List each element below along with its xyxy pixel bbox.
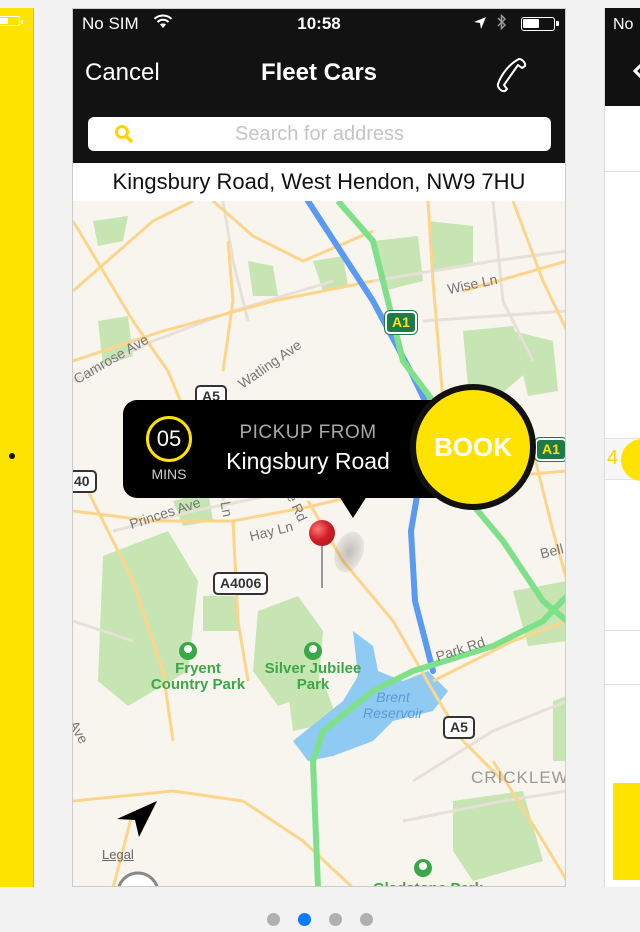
water-label-brent: Brent Reservoir	[363, 689, 423, 721]
phone-icon	[496, 58, 527, 93]
street-label: Ln	[217, 499, 237, 519]
pickup-callout: 05 MINS PICKUP FROM Kingsbury Road	[123, 400, 453, 518]
map-view[interactable]: A5 A1 A1 A4006 A5 40 Wise Ln Camrose Ave…	[73, 201, 565, 887]
cancel-button[interactable]: Cancel	[85, 59, 160, 87]
clock: 10:58	[297, 14, 341, 33]
search-input[interactable]	[148, 121, 491, 147]
road-badge-a1: A1	[385, 311, 417, 334]
road-badge-a4006: A4006	[213, 572, 269, 595]
road-badge-partial: 40	[73, 470, 97, 493]
page-dot[interactable]	[298, 913, 311, 926]
page-indicator	[0, 913, 640, 926]
road-badge-a1: A1	[535, 438, 565, 461]
book-button[interactable]: BOOK	[410, 384, 536, 510]
bullet-dot	[9, 453, 15, 459]
bluetooth-icon	[497, 13, 507, 35]
location-arrow-icon	[473, 15, 487, 35]
pickup-place: Kingsbury Road	[226, 448, 390, 474]
eta-ring: 05	[146, 416, 192, 462]
page-dot[interactable]	[329, 913, 342, 926]
next-card-separator: 4	[605, 438, 640, 481]
road-badge-a5: A5	[443, 716, 475, 739]
area-label-cricklewood: CRICKLEWO	[471, 768, 565, 787]
back-chevron-icon	[632, 63, 640, 79]
location-pin-icon[interactable]	[309, 520, 335, 546]
next-page-card[interactable]: No 4	[604, 8, 640, 887]
page-dot[interactable]	[360, 913, 373, 926]
park-label-gladstone: Gladstone Park	[363, 881, 493, 887]
search-bar	[73, 107, 565, 163]
next-card-number: 4	[607, 447, 619, 469]
park-label-fryent: Fryent Country Park	[150, 660, 246, 693]
legal-link[interactable]: Legal	[102, 847, 134, 862]
status-bar: No SIM 10:58	[73, 9, 565, 39]
call-button[interactable]	[491, 53, 531, 93]
pickup-label: PICKUP FROM	[239, 422, 377, 443]
divider	[605, 684, 640, 685]
page-dot[interactable]	[267, 913, 280, 926]
divider	[605, 171, 640, 172]
location-arrow-icon	[117, 801, 157, 837]
eta-unit: MINS	[151, 466, 187, 482]
battery-fill	[523, 19, 539, 28]
eta-value: 05	[156, 426, 182, 451]
divider	[605, 630, 640, 631]
next-card-header: No	[605, 8, 640, 106]
search-field[interactable]	[88, 117, 551, 151]
search-icon	[114, 124, 134, 149]
battery-icon	[521, 17, 559, 31]
pin-needle	[321, 544, 323, 588]
top-bar: No SIM 10:58 Cancel Fleet Cars	[73, 9, 565, 107]
battery-icon	[0, 16, 23, 26]
previous-page-card[interactable]	[0, 8, 34, 887]
callout-pointer	[339, 496, 367, 518]
booking-screen: No SIM 10:58 Cancel Fleet Cars Search fo…	[72, 8, 566, 887]
yellow-circle-icon	[621, 439, 640, 481]
navigation-bar: Cancel Fleet Cars	[73, 53, 565, 93]
selected-address: Kingsbury Road, West Hendon, NW9 7HU	[73, 163, 565, 201]
next-card-carrier: No	[613, 16, 634, 33]
park-label-silver-jubilee: Silver Jubilee Park	[264, 660, 362, 693]
next-card-yellow-button	[613, 783, 640, 880]
